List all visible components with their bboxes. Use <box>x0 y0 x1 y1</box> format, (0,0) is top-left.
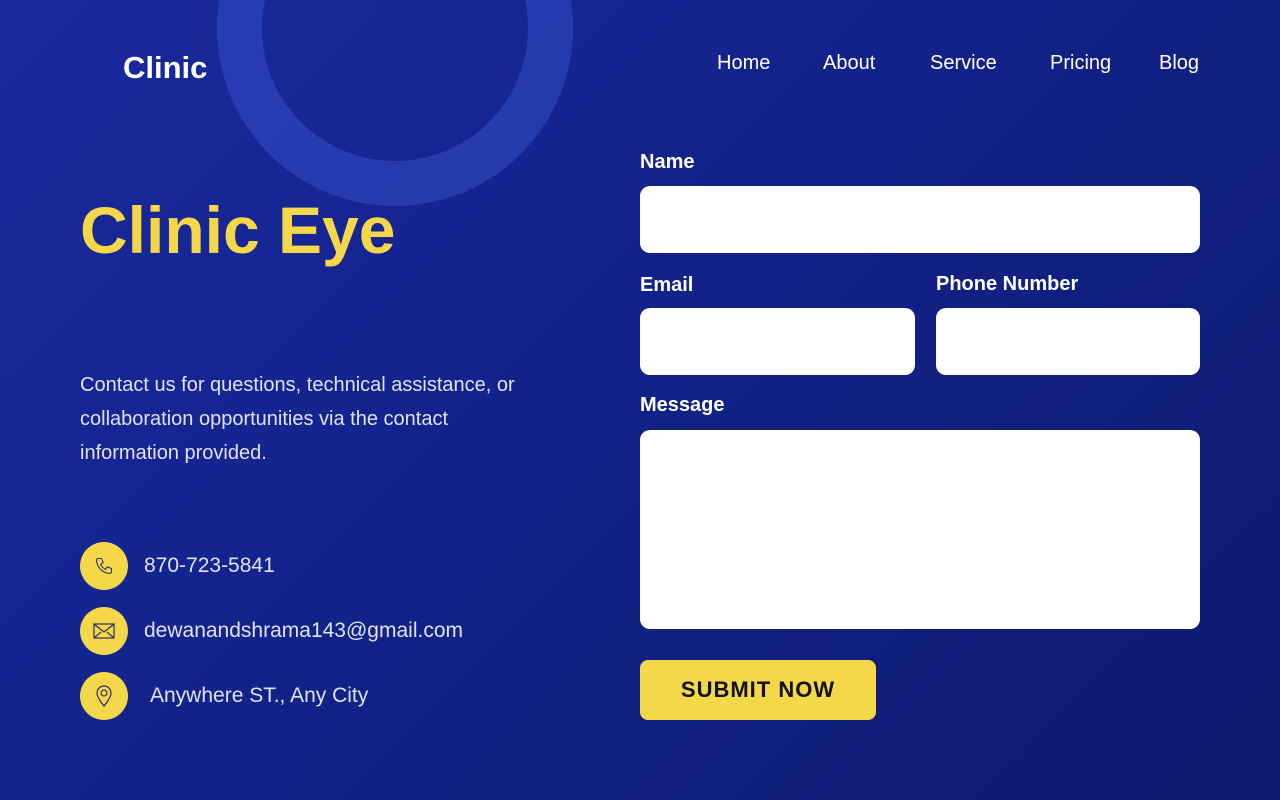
location-pin-icon <box>80 672 128 720</box>
nav-about[interactable]: About <box>823 52 875 75</box>
email-text: dewanandshrama143@gmail.com <box>144 619 463 642</box>
email-input[interactable] <box>640 308 915 375</box>
nav-blog[interactable]: Blog <box>1159 52 1199 75</box>
address-text: Anywhere ST., Any City <box>150 684 369 707</box>
message-textarea[interactable] <box>640 430 1200 629</box>
phone-icon <box>80 542 128 590</box>
nav-pricing[interactable]: Pricing <box>1050 52 1111 75</box>
message-label: Message <box>640 394 725 416</box>
name-label: Name <box>640 151 695 173</box>
mail-icon <box>80 607 128 655</box>
submit-button[interactable]: SUBMIT NOW <box>640 660 876 720</box>
contact-phone: 870-723-5841 <box>80 542 275 590</box>
contact-email: dewanandshrama143@gmail.com <box>80 607 463 655</box>
brand-logo[interactable]: Clinic <box>123 50 207 86</box>
nav-service[interactable]: Service <box>930 52 997 75</box>
decorative-ring <box>217 0 573 206</box>
phone-text: 870-723-5841 <box>144 554 275 577</box>
email-label: Email <box>640 274 694 296</box>
nav-home[interactable]: Home <box>717 52 770 75</box>
contact-address: Anywhere ST., Any City <box>80 672 368 720</box>
name-input[interactable] <box>640 186 1200 253</box>
phone-label: Phone Number <box>936 273 1079 295</box>
page-title: Clinic Eye <box>80 193 396 267</box>
description: Contact us for questions, technical assi… <box>80 374 515 464</box>
phone-input[interactable] <box>936 308 1200 375</box>
